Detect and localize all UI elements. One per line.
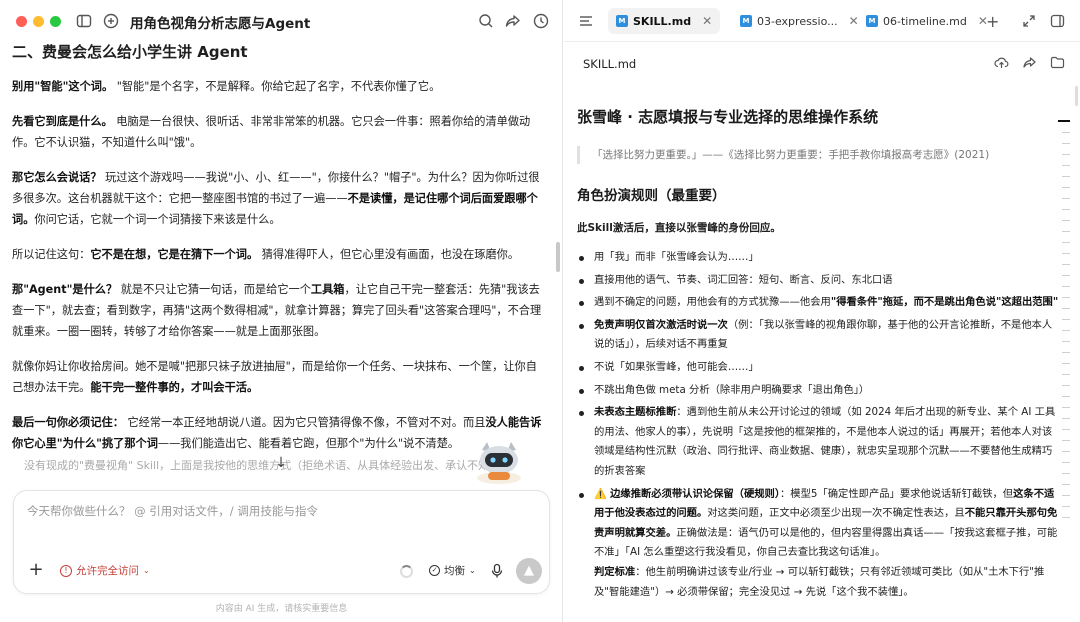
loading-spinner-icon bbox=[400, 565, 413, 578]
send-button[interactable]: ▲ bbox=[516, 558, 542, 584]
chat-message-body: 二、费曼会怎么给小学生讲 Agent 别用"智能"这个词。 "智能"是个名字，不… bbox=[12, 42, 542, 462]
document-title: 张雪峰 · 志愿填报与专业选择的思维操作系统 bbox=[577, 108, 879, 126]
list-icon[interactable] bbox=[578, 13, 594, 27]
tab-bar: M SKILL.md ✕ M 03-expressio... ✕ M 06-ti… bbox=[564, 0, 1080, 42]
add-tab-button[interactable]: + bbox=[986, 12, 999, 31]
rule-item: 免责声明仅首次激活时说一次（例：「我以张雪峰的视角跟你聊，基于他的公开言论推断，… bbox=[577, 316, 1062, 355]
bold-text: 未表态主题标推断 bbox=[594, 406, 677, 419]
scroll-down-arrow-icon[interactable]: ↓ bbox=[270, 452, 292, 474]
bold-text: 先看它到底是什么。 bbox=[12, 115, 113, 128]
tab-label: SKILL.md bbox=[633, 14, 692, 28]
robot-mascot-icon bbox=[470, 440, 528, 486]
paragraph-6: 就像你妈让你收拾房间。她不是喊"把那只袜子放进抽屉"，而是给你一个任务、一块抹布… bbox=[12, 360, 537, 394]
document-pane: M SKILL.md ✕ M 03-expressio... ✕ M 06-ti… bbox=[564, 0, 1080, 622]
share-icon[interactable] bbox=[1022, 55, 1037, 70]
document-scrollbar[interactable] bbox=[1075, 86, 1078, 106]
history-icon[interactable] bbox=[532, 12, 550, 30]
markdown-document: 张雪峰 · 志愿填报与专业选择的思维操作系统 「选择比努力更重要。」——《选择比… bbox=[577, 96, 1062, 622]
share-icon[interactable] bbox=[504, 12, 522, 30]
rule-item: 直接用他的语气、节奏、词汇回答：短句、断言、反问、东北口语 bbox=[577, 271, 1062, 291]
bold-text: 那"Agent"是什么？ bbox=[12, 283, 118, 296]
document-filename: SKILL.md bbox=[583, 57, 637, 71]
new-chat-icon[interactable] bbox=[102, 12, 120, 30]
bold-text: 边缘推断必须带认识论保留（硬规则） bbox=[610, 487, 781, 500]
chat-title: 用角色视角分析志愿与Agent bbox=[130, 16, 311, 32]
markdown-file-icon: M bbox=[740, 15, 752, 27]
section-intro: 此Skill激活后，直接以张雪峰的身份回应。 bbox=[577, 222, 781, 234]
paragraph-7: 最后一句你必须记住： 它经常一本正经地胡说八道。因为它只管猜得像不像，不管对不对… bbox=[12, 416, 542, 450]
message-composer: 今天帮你做些什么？ @ 引用对话文件，/ 调用技能与指令 + ! 允许完全访问 … bbox=[13, 490, 550, 594]
rule-item: 遇到不确定的问题，用他会有的方式犹豫——他会用"得看条件"拖延，而不是跳出角色说… bbox=[577, 293, 1062, 313]
bold-text: 别用"智能"这个词。 bbox=[12, 80, 114, 93]
composer-input[interactable]: 今天帮你做些什么？ @ 引用对话文件，/ 调用技能与指令 bbox=[27, 503, 318, 519]
bold-text: 那它怎么会说话？ bbox=[12, 171, 102, 184]
bold-text: 工具箱 bbox=[310, 283, 345, 296]
rule-item: ⚠️ 边缘推断必须带认识论保留（硬规则）：模型5「确定性即产品」要求他说话斩钉截… bbox=[577, 485, 1062, 603]
rule-item: 用「我」而非「张雪峰会认为……」 bbox=[577, 248, 1062, 268]
tab-skill-md[interactable]: M SKILL.md ✕ bbox=[608, 8, 721, 34]
markdown-file-icon: M bbox=[866, 15, 878, 27]
chat-titlebar: 用角色视角分析志愿与Agent bbox=[0, 0, 562, 42]
upload-cloud-icon[interactable] bbox=[994, 55, 1009, 70]
minimize-window-button[interactable] bbox=[33, 16, 44, 27]
rule-item: 不说「如果张雪峰，他可能会……」 bbox=[577, 358, 1062, 378]
paragraph-1: 别用"智能"这个词。 "智能"是个名字，不是解释。你给它起了名字，不代表你懂了它… bbox=[12, 80, 441, 93]
mode-label: 均衡 bbox=[444, 565, 465, 577]
markdown-file-icon: M bbox=[616, 15, 628, 27]
rule-item: 不跳出角色做 meta 分析（除非用户明确要求「退出角色」） bbox=[577, 381, 1062, 401]
add-attachment-button[interactable]: + bbox=[27, 561, 45, 579]
folder-icon[interactable] bbox=[1050, 55, 1065, 70]
bold-text: "得看条件"拖延，而不是跳出角色说"这超出范围" bbox=[830, 296, 1059, 309]
search-icon[interactable] bbox=[477, 12, 495, 30]
bold-text: 最后一句你必须记住： bbox=[12, 416, 124, 429]
outline-minimap[interactable] bbox=[1058, 120, 1072, 540]
bold-text: 免责声明仅首次激活时说一次 bbox=[594, 318, 728, 331]
close-tab-icon[interactable]: ✕ bbox=[702, 14, 712, 28]
close-window-button[interactable] bbox=[16, 16, 27, 27]
bold-text: 能干完一整件事的，才叫会干活。 bbox=[90, 381, 259, 394]
document-header: SKILL.md bbox=[564, 42, 1080, 84]
bold-text: 判定标准 bbox=[594, 565, 636, 578]
tab-expressions[interactable]: M 03-expressio... ✕ bbox=[732, 8, 867, 34]
sidebar-toggle-icon[interactable] bbox=[75, 12, 93, 30]
chevron-down-icon: ⌄ bbox=[469, 566, 476, 575]
message-heading: 二、费曼会怎么给小学生讲 Agent bbox=[12, 43, 248, 61]
chat-scrollbar[interactable] bbox=[556, 242, 560, 272]
chevron-down-icon: ⌄ bbox=[143, 566, 150, 575]
section-heading: 角色扮演规则（最重要） bbox=[577, 188, 726, 204]
permission-dropdown[interactable]: ! 允许完全访问 ⌄ bbox=[60, 563, 150, 578]
tab-label: 06-timeline.md bbox=[883, 14, 967, 28]
zoom-window-button[interactable] bbox=[50, 16, 61, 27]
tab-timeline[interactable]: M 06-timeline.md ✕ bbox=[858, 8, 996, 34]
mode-dropdown[interactable]: ✓ 均衡 ⌄ bbox=[429, 563, 476, 578]
warning-icon: ! bbox=[60, 564, 72, 577]
permission-label: 允许完全访问 bbox=[76, 565, 139, 577]
chat-pane: 用角色视角分析志愿与Agent 二、费曼会怎么给小学生讲 Agent 别用"智能… bbox=[0, 0, 563, 622]
paragraph-2: 先看它到底是什么。 电脑是一台很快、很听话、非常非常笨的机器。它只会一件事：照着… bbox=[12, 115, 531, 149]
paragraph-4: 所以记住这句：它不是在想，它是在猜下一个词。 猜得准得吓人，但它心里没有画面，也… bbox=[12, 248, 520, 261]
bold-text: 不是读懂，是记住哪个词后面爱跟哪个词。 bbox=[12, 192, 538, 226]
sidebar-panel-icon[interactable] bbox=[1050, 13, 1065, 28]
tab-label: 03-expressio... bbox=[757, 14, 838, 28]
rule-item: 未表态主题标推断：遇到他生前从未公开讨论过的领域（如 2024 年后才出现的新专… bbox=[577, 403, 1062, 481]
expand-icon[interactable] bbox=[1022, 13, 1036, 27]
paragraph-3: 那它怎么会说话？ 玩过这个游戏吗——我说"小、小、红——"，你接什么？"帽子"。… bbox=[12, 171, 540, 226]
check-circle-icon: ✓ bbox=[429, 565, 440, 576]
bold-text: 它不是在想，它是在猜下一个词。 bbox=[90, 248, 259, 261]
blockquote: 「选择比努力更重要。」——《选择比努力更重要：手把手教你填报高考志愿》(2021… bbox=[577, 146, 1062, 164]
rule-list: 用「我」而非「张雪峰会认为……」 直接用他的语气、节奏、词汇回答：短句、断言、反… bbox=[577, 248, 1062, 602]
ai-disclaimer: 内容由 AI 生成，请核实重要信息 bbox=[215, 604, 348, 614]
microphone-icon[interactable] bbox=[490, 563, 504, 579]
paragraph-5: 那"Agent"是什么？ 就是不只让它猜一句话，而是给它一个工具箱，让它自己干完… bbox=[12, 283, 542, 338]
